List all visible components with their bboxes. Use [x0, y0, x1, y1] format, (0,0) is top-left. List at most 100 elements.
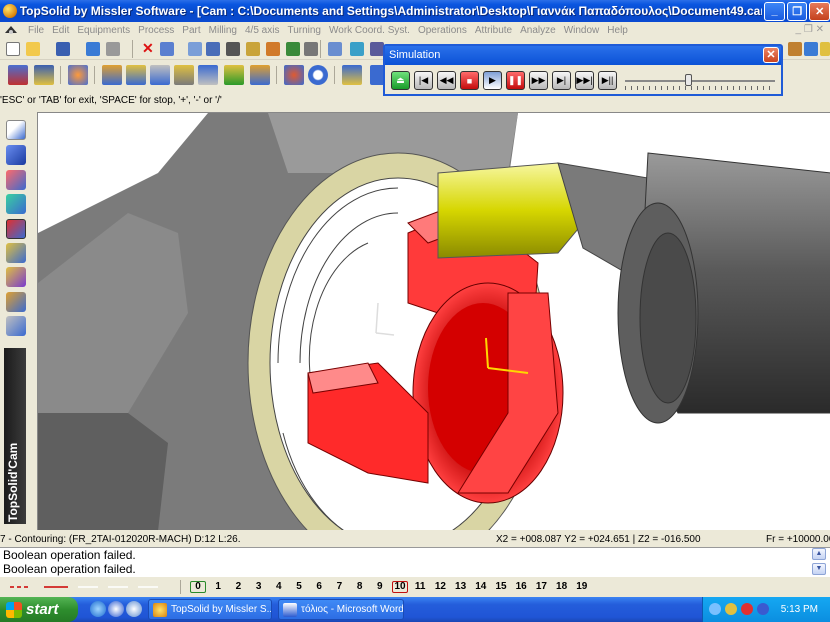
sim-stop-button[interactable]: ■	[460, 71, 479, 90]
cam-tool-9-icon[interactable]	[224, 65, 244, 85]
sim-pause-button[interactable]: ❚❚	[506, 71, 525, 90]
surface-icon[interactable]	[6, 194, 26, 214]
simulation-close-button[interactable]: ✕	[763, 47, 779, 63]
internet-explorer-icon[interactable]	[90, 601, 106, 617]
layer-13[interactable]: 13	[453, 581, 469, 592]
layer-8[interactable]: 8	[352, 581, 368, 592]
fixture-icon[interactable]	[6, 267, 26, 287]
layer-16[interactable]: 16	[513, 581, 529, 592]
menu-process[interactable]: Process	[134, 25, 178, 36]
cam-tool-10-icon[interactable]	[250, 65, 270, 85]
sim-play-button[interactable]: ▶	[483, 71, 502, 90]
menu-analyze[interactable]: Analyze	[516, 25, 560, 36]
scroll-down-icon[interactable]: ▼	[812, 563, 826, 575]
output-scrollbar[interactable]: ▲ ▼	[812, 548, 826, 578]
task-topsolid[interactable]: TopSolid by Missler S...	[148, 599, 272, 620]
cam-tool-4-icon[interactable]	[102, 65, 122, 85]
menu-operations[interactable]: Operations	[414, 25, 471, 36]
menu-help[interactable]: Help	[603, 25, 632, 36]
open-folder-icon[interactable]	[26, 42, 40, 56]
media-player-icon[interactable]	[108, 601, 124, 617]
layer-12[interactable]: 12	[432, 581, 448, 592]
toolbar-icon-10[interactable]	[226, 42, 240, 56]
sim-first-button[interactable]: |◀	[414, 71, 433, 90]
simulation-title-bar[interactable]: Simulation ✕	[385, 46, 781, 65]
layer-1[interactable]: 1	[210, 581, 226, 592]
sim-back-button[interactable]: ◀◀	[437, 71, 456, 90]
output-console[interactable]: Boolean operation failed. Boolean operat…	[0, 547, 830, 577]
layer-0[interactable]: 0	[190, 581, 206, 593]
show-desktop-icon[interactable]	[126, 601, 142, 617]
stock-icon[interactable]	[6, 292, 26, 312]
layer-5[interactable]: 5	[291, 581, 307, 592]
menu-file[interactable]: File	[24, 25, 48, 36]
close-button[interactable]: ✕	[809, 1, 830, 21]
layer-2[interactable]: 2	[230, 581, 246, 592]
toolbar-icon-12[interactable]	[266, 42, 280, 56]
menu-window[interactable]: Window	[560, 25, 604, 36]
layer-18[interactable]: 18	[554, 581, 570, 592]
layer-6[interactable]: 6	[311, 581, 327, 592]
sim-speed-track[interactable]	[625, 80, 775, 82]
toolbar-icon-right-3[interactable]	[820, 42, 830, 56]
toolbar-icon-13[interactable]	[286, 42, 300, 56]
machine-icon[interactable]	[6, 316, 26, 336]
cam-tool-6-icon[interactable]	[150, 65, 170, 85]
alert-icon[interactable]	[741, 603, 753, 615]
menu-part[interactable]: Part	[178, 25, 204, 36]
cam-tool-13-icon[interactable]	[342, 65, 362, 85]
cam-tool-1-icon[interactable]	[8, 65, 28, 85]
graphics-viewport[interactable]	[37, 112, 830, 530]
mdi-window-controls[interactable]: _ ❐ ✕	[796, 24, 824, 35]
menu-turning[interactable]: Turning	[283, 25, 325, 36]
layer-17[interactable]: 17	[533, 581, 549, 592]
layer-11[interactable]: 11	[412, 581, 428, 592]
menu-4-5-axis[interactable]: 4/5 axis	[241, 25, 283, 36]
delete-icon[interactable]: ✕	[142, 41, 156, 56]
toolbar-icon-right-1[interactable]	[788, 42, 802, 56]
properties-icon[interactable]	[86, 42, 100, 56]
layer-14[interactable]: 14	[473, 581, 489, 592]
sim-last-button[interactable]: ▶||	[598, 71, 617, 90]
new-document-icon[interactable]	[6, 42, 20, 56]
start-button[interactable]: start	[0, 597, 78, 622]
layer-9[interactable]: 9	[372, 581, 388, 592]
document-icon[interactable]	[4, 24, 18, 36]
toolbar-icon-15[interactable]	[328, 42, 342, 56]
cam-tool-11-icon[interactable]	[284, 65, 304, 85]
tool-library-icon[interactable]	[6, 243, 26, 263]
cam-tool-7-icon[interactable]	[174, 65, 194, 85]
layer-19[interactable]: 19	[574, 581, 590, 592]
sim-eject-button[interactable]: ⏏	[391, 71, 410, 90]
curve-edit-icon[interactable]	[6, 170, 26, 190]
layer-10[interactable]: 10	[392, 581, 408, 593]
toolbar-icon-14[interactable]	[304, 42, 318, 56]
toolbar-icon-16[interactable]	[350, 42, 364, 56]
menu-milling[interactable]: Milling	[205, 25, 241, 36]
maximize-button[interactable]: ❐	[786, 1, 808, 21]
menu-work-coord-syst[interactable]: Work Coord. Syst.	[325, 25, 414, 36]
menu-equipments[interactable]: Equipments	[73, 25, 134, 36]
solid-cube-icon[interactable]	[6, 145, 26, 165]
sim-step-button[interactable]: ▶|	[552, 71, 571, 90]
undo-icon[interactable]	[160, 42, 174, 56]
line-style-preview[interactable]	[8, 582, 168, 592]
minimize-button[interactable]: _	[764, 1, 785, 21]
cam-tool-3-icon[interactable]	[68, 65, 88, 85]
cam-tool-2-icon[interactable]	[34, 65, 54, 85]
layer-7[interactable]: 7	[331, 581, 347, 592]
task-word[interactable]: τόλιος - Microsoft Word	[278, 599, 404, 620]
toolbar-icon-11[interactable]	[246, 42, 260, 56]
machining-scene[interactable]	[38, 113, 830, 530]
volume-icon[interactable]	[757, 603, 769, 615]
sim-fast-forward-button[interactable]: ▶▶	[529, 71, 548, 90]
toolbar-icon-9[interactable]	[206, 42, 220, 56]
scroll-up-icon[interactable]: ▲	[812, 548, 826, 560]
menu-attribute[interactable]: Attribute	[471, 25, 516, 36]
print-icon[interactable]	[106, 42, 120, 56]
layer-4[interactable]: 4	[271, 581, 287, 592]
layer-3[interactable]: 3	[251, 581, 267, 592]
security-shield-icon[interactable]	[725, 603, 737, 615]
sim-next-button[interactable]: ▶▶|	[575, 71, 594, 90]
save-icon[interactable]	[56, 42, 70, 56]
